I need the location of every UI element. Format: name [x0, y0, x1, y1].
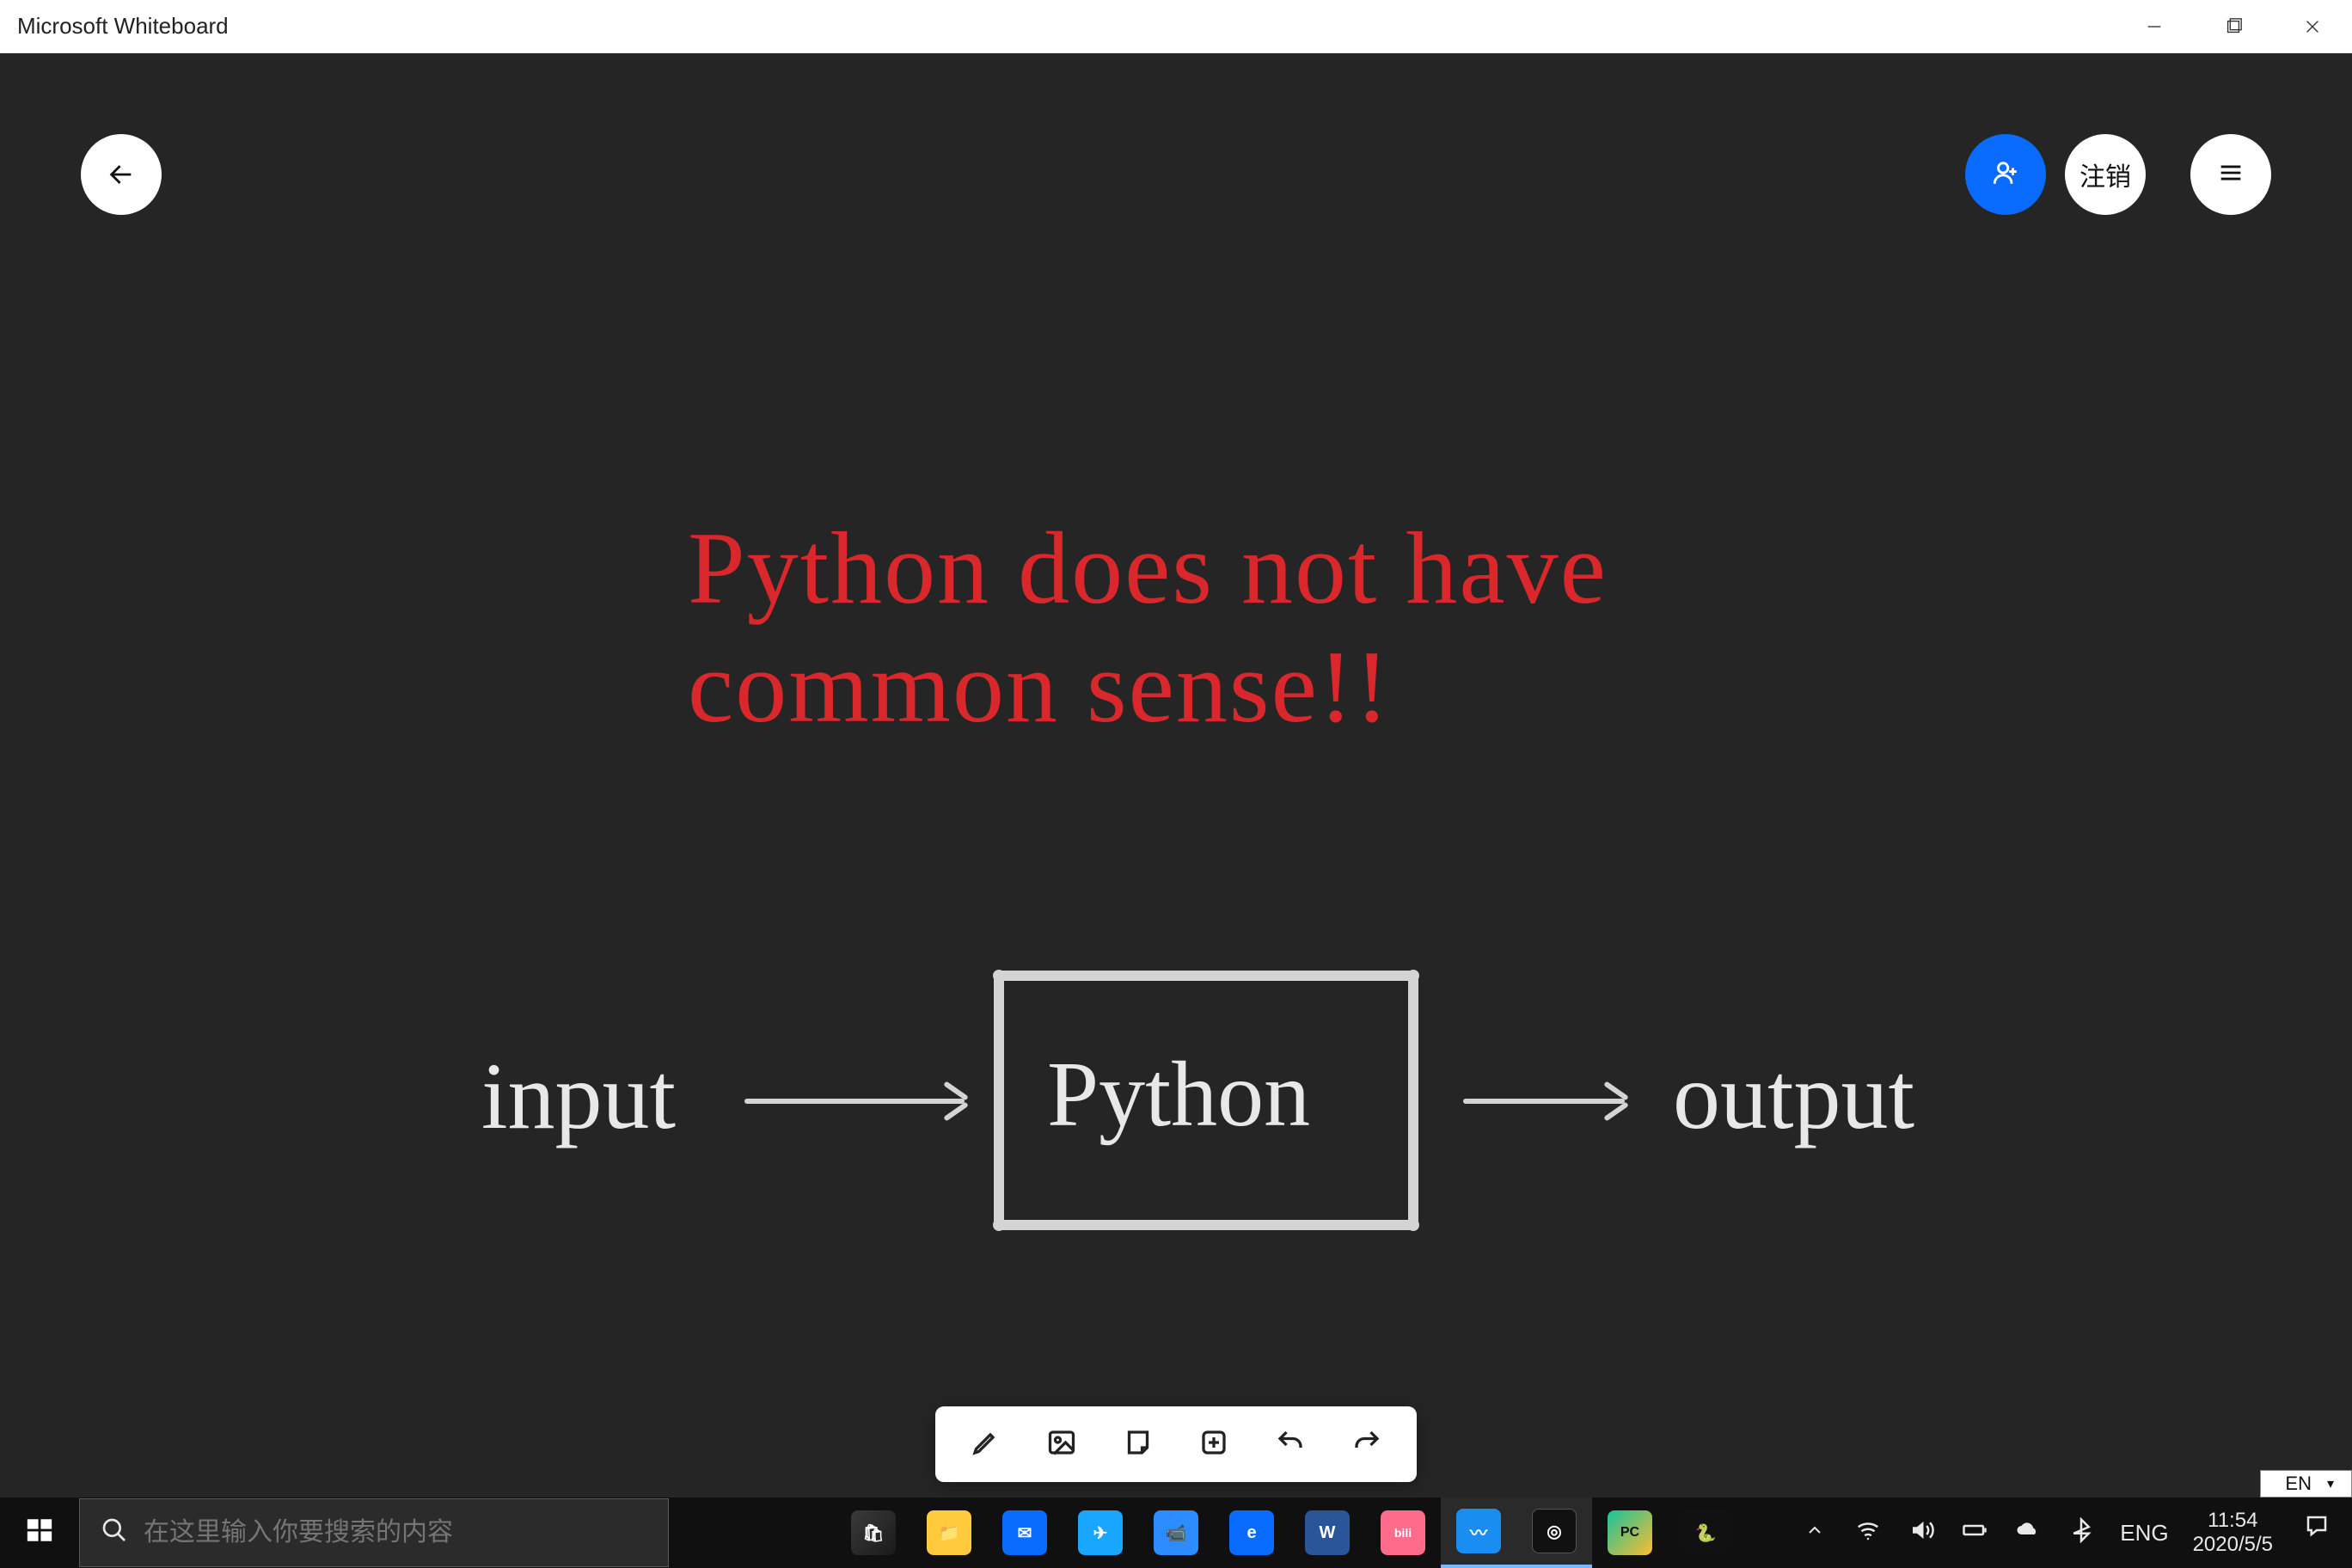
- sign-out-button[interactable]: 注销: [2065, 134, 2146, 215]
- invite-button[interactable]: [1965, 134, 2046, 215]
- canvas-text-output[interactable]: output: [1673, 1042, 1914, 1151]
- undo-icon: [1275, 1427, 1306, 1462]
- canvas-box-python[interactable]: [994, 971, 1418, 1230]
- insert-note-button[interactable]: [1111, 1417, 1166, 1472]
- whiteboard-canvas-area[interactable]: 注销 Python does not have common sense!! i…: [0, 53, 2352, 1498]
- plus-icon: [1198, 1427, 1229, 1462]
- redo-icon: [1351, 1427, 1382, 1462]
- tray-clock[interactable]: 11:54 2020/5/5: [2193, 1509, 2273, 1556]
- search-icon: [80, 1516, 144, 1550]
- taskbar-search[interactable]: [79, 1498, 669, 1567]
- taskbar-app-store[interactable]: 🛍: [836, 1498, 911, 1568]
- taskbar-app-pycharm[interactable]: PC: [1592, 1498, 1668, 1568]
- canvas-text-headline[interactable]: Python does not have common sense!!: [688, 509, 1608, 746]
- window-minimize-button[interactable]: [2115, 0, 2194, 53]
- taskbar-app-word[interactable]: W: [1289, 1498, 1365, 1568]
- add-menu-button[interactable]: [1186, 1417, 1241, 1472]
- window-maximize-button[interactable]: [2194, 0, 2273, 53]
- tray-wifi-icon[interactable]: [1853, 1517, 1883, 1549]
- canvas-arrow-python-to-output[interactable]: [1463, 1099, 1625, 1104]
- taskbar-app-whiteboard[interactable]: 〰: [1441, 1498, 1516, 1568]
- tray-bluetooth-icon[interactable]: [2067, 1517, 2096, 1549]
- pen-icon: [970, 1427, 1001, 1462]
- ime-lang-label: EN: [2285, 1473, 2312, 1495]
- system-tray: ENG 11:54 2020/5/5: [1779, 1498, 2352, 1568]
- taskbar-app-python[interactable]: 🐍: [1668, 1498, 1743, 1568]
- tray-overflow-button[interactable]: [1800, 1519, 1829, 1547]
- window-close-button[interactable]: [2273, 0, 2352, 53]
- canvas-text-input[interactable]: input: [481, 1042, 676, 1151]
- ime-indicator[interactable]: EN ▾: [2260, 1470, 2352, 1498]
- tray-onedrive-icon[interactable]: [2013, 1517, 2043, 1549]
- start-button[interactable]: [0, 1498, 79, 1568]
- tray-time: 11:54: [2193, 1509, 2273, 1533]
- taskbar-app-edge[interactable]: e: [1214, 1498, 1289, 1568]
- redo-button[interactable]: [1339, 1417, 1394, 1472]
- windows-taskbar: 🛍 📁 ✉ ✈ 📹 e W bili 〰 ◎ PC 🐍 ENG 11:54 20…: [0, 1498, 2352, 1568]
- tray-action-center-button[interactable]: [2297, 1513, 2337, 1553]
- settings-menu-button[interactable]: [2190, 134, 2271, 215]
- taskbar-taskview-button[interactable]: [760, 1498, 836, 1568]
- windows-logo-icon: [25, 1516, 54, 1551]
- tray-volume-icon[interactable]: [1907, 1517, 1936, 1549]
- undo-button[interactable]: [1263, 1417, 1318, 1472]
- tray-ime-lang[interactable]: ENG: [2120, 1520, 2168, 1547]
- tray-battery-icon[interactable]: [1960, 1517, 1989, 1549]
- sign-out-label: 注销: [2079, 156, 2131, 193]
- window-titlebar: Microsoft Whiteboard: [0, 0, 2352, 53]
- taskbar-search-input[interactable]: [144, 1499, 668, 1566]
- whiteboard-toolbar: [935, 1406, 1417, 1482]
- taskbar-app-explorer[interactable]: 📁: [911, 1498, 987, 1568]
- canvas-arrow-input-to-python[interactable]: [744, 1099, 965, 1104]
- image-icon: [1046, 1427, 1077, 1462]
- taskbar-app-zoom[interactable]: 📹: [1138, 1498, 1214, 1568]
- taskbar-app-dingtalk[interactable]: ✈: [1063, 1498, 1138, 1568]
- note-icon: [1123, 1427, 1154, 1462]
- back-button[interactable]: [81, 134, 162, 215]
- hamburger-icon: [2216, 158, 2245, 192]
- taskbar-app-bilibili[interactable]: bili: [1365, 1498, 1441, 1568]
- tray-date: 2020/5/5: [2193, 1533, 2273, 1557]
- window-title: Microsoft Whiteboard: [17, 13, 229, 40]
- pen-tool-button[interactable]: [958, 1417, 1013, 1472]
- taskbar-cortana-button[interactable]: [684, 1498, 760, 1568]
- insert-image-button[interactable]: [1034, 1417, 1089, 1472]
- taskbar-app-obs[interactable]: ◎: [1516, 1498, 1592, 1568]
- person-add-icon: [1991, 158, 2020, 192]
- taskbar-app-mail[interactable]: ✉: [987, 1498, 1063, 1568]
- ime-caret-icon: ▾: [2327, 1475, 2334, 1492]
